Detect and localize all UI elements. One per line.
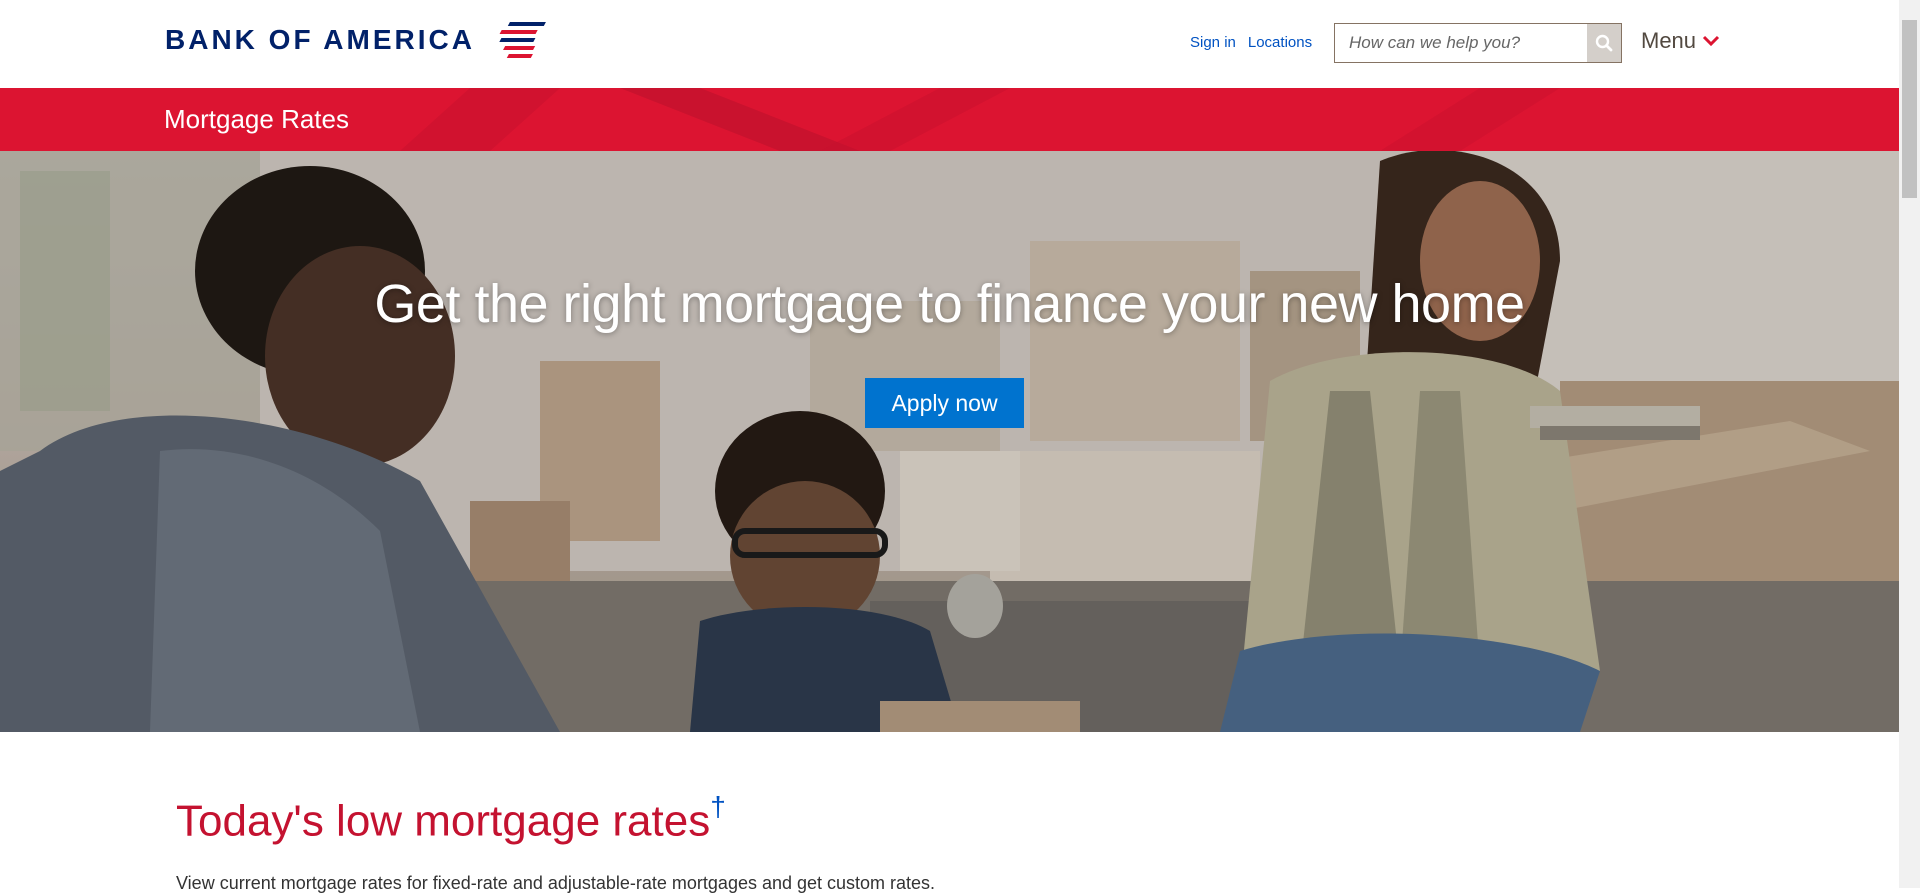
chevron-down-icon	[1702, 35, 1720, 47]
bank-of-america-logo[interactable]: BANK OF AMERICA	[165, 20, 549, 60]
search-icon	[1595, 34, 1613, 52]
hero-headline: Get the right mortgage to finance your n…	[374, 274, 1525, 334]
page-title: Mortgage Rates	[164, 104, 349, 134]
footnote-marker-link[interactable]: †	[710, 791, 726, 822]
menu-label: Menu	[1641, 28, 1697, 53]
page-scrollbar[interactable]	[1899, 0, 1920, 888]
menu-button[interactable]: Menu	[1641, 28, 1720, 54]
apply-now-button[interactable]: Apply now	[865, 378, 1024, 428]
hero-banner: Get the right mortgage to finance your n…	[0, 151, 1899, 732]
rates-intro-text: View current mortgage rates for fixed-ra…	[176, 873, 936, 893]
search-button[interactable]	[1587, 24, 1621, 62]
locations-link[interactable]: Locations	[1248, 34, 1312, 51]
flag-stripes-icon	[499, 22, 546, 58]
product-band: Mortgage Rates	[0, 88, 1899, 151]
hero-photo	[0, 151, 1899, 732]
search-box	[1334, 23, 1622, 63]
scrollbar-thumb[interactable]	[1902, 20, 1917, 198]
search-input[interactable]	[1335, 24, 1587, 62]
sign-in-link[interactable]: Sign in	[1190, 34, 1236, 51]
rates-heading: Today's low mortgage rates†	[176, 791, 726, 847]
logo-text: BANK OF AMERICA	[165, 24, 475, 55]
utility-links: Sign in Locations	[1190, 34, 1312, 51]
site-header: BANK OF AMERICA Sign in Locations Menu	[0, 0, 1899, 88]
rates-heading-text: Today's low mortgage rates	[176, 796, 711, 846]
